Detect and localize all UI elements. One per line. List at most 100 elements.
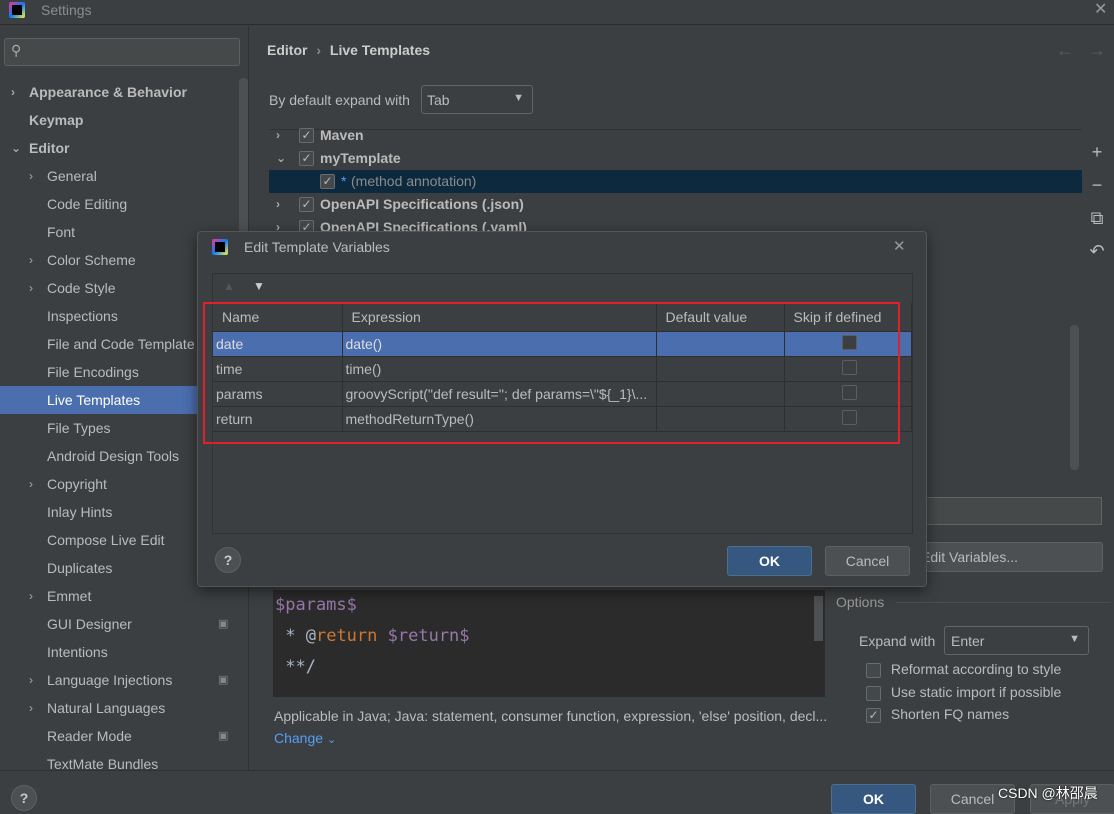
chevron-right-icon[interactable]: › [29,666,33,694]
sidebar-item-natural-languages[interactable]: › Natural Languages [0,694,238,722]
chevron-right-icon[interactable]: › [29,470,33,498]
sidebar-item-label: GUI Designer [47,616,132,632]
chevron-right-icon[interactable]: › [29,162,33,190]
sidebar-item-reader-mode[interactable]: Reader Mode ▣ [0,722,238,750]
tree-label: myTemplate [320,150,401,166]
static-import-checkbox[interactable]: Use static import if possible [866,684,1061,701]
tree-group-mytemplate[interactable]: ⌄ ✓ myTemplate [269,147,1082,170]
chevron-down-icon: ⌄ [276,151,287,165]
chevron-right-icon[interactable]: › [11,78,15,106]
change-label: Change [274,730,324,746]
app-icon [212,239,228,255]
sidebar-item-label: Keymap [29,112,84,128]
move-up-icon[interactable]: ▲ [223,279,235,293]
dialog-cancel-button[interactable]: Cancel [825,546,910,576]
tree-toolbar: + − ⧉ ↶ [1088,136,1106,268]
sidebar-item-general[interactable]: › General [0,162,238,190]
sidebar-item-label: Copyright [47,476,107,492]
sidebar-item-editor[interactable]: ⌄ Editor [0,134,238,162]
checkbox[interactable]: ✓ [299,197,314,212]
sidebar-item-label: Natural Languages [47,700,166,716]
sidebar-item-label: Inlay Hints [47,504,113,520]
project-scope-icon: ▣ [218,730,229,742]
breadcrumb: Editor › Live Templates [267,42,430,58]
expand-select[interactable]: Tab ▼ [421,85,533,114]
breadcrumb-editor[interactable]: Editor [267,42,307,58]
chevron-down-icon[interactable]: ⌄ [11,134,21,162]
tree-label: Maven [320,127,364,143]
search-icon: ⚲ [11,42,22,58]
project-scope-icon: ▣ [218,618,229,630]
reformat-checkbox[interactable]: Reformat according to style [866,661,1061,678]
dialog-help-button[interactable]: ? [215,547,241,573]
checkbox[interactable]: ✓ [299,151,314,166]
chevron-right-icon[interactable]: › [29,246,33,274]
options-divider [896,602,1111,603]
chevron-right-icon: › [276,128,280,142]
code-token: $return$ [387,626,470,646]
checkbox[interactable] [866,662,881,678]
sidebar-item-gui-designer[interactable]: GUI Designer ▣ [0,610,238,638]
editor-scrollbar[interactable] [814,596,823,641]
checkbox[interactable]: ✓ [299,128,314,143]
checkbox[interactable]: ✓ [320,174,335,189]
dialog-ok-button[interactable]: OK [727,546,812,576]
move-down-icon[interactable]: ▼ [253,279,265,293]
sidebar-item-appearance-behavior[interactable]: › Appearance & Behavior [0,78,238,106]
sidebar-item-label: Android Design Tools [47,448,180,464]
copy-icon[interactable]: ⧉ [1088,202,1106,235]
app-icon [9,2,25,18]
add-icon[interactable]: + [1088,136,1106,169]
search-input[interactable]: ⚲ [4,38,240,66]
checkbox-label: Reformat according to style [890,661,1062,677]
options-title: Options [836,594,885,610]
arrow-right-icon[interactable]: → [1088,40,1106,61]
checkbox[interactable] [866,685,881,701]
close-icon[interactable]: ✕ [1094,0,1107,19]
tree-group-maven[interactable]: › ✓ Maven [269,124,1082,147]
applicable-contexts: Applicable in Java; Java: statement, con… [274,708,828,724]
chevron-right-icon[interactable]: › [29,582,33,610]
checkbox[interactable]: ✓ [866,707,881,723]
expand-with-label: Expand with [859,633,936,649]
code-token: @ [305,626,316,646]
sidebar-item-keymap[interactable]: Keymap [0,106,238,134]
highlight-box [203,302,900,444]
tree-label: OpenAPI Specifications (.json) [320,196,524,212]
change-link[interactable]: Change ⌄ [274,730,336,746]
sidebar-item-label: Intentions [47,644,108,660]
help-button[interactable]: ? [11,785,37,811]
template-text-editor[interactable]: $params$ * @return $return$ **/ [273,590,825,697]
sidebar-item-language-injections[interactable]: › Language Injections ▣ [0,666,238,694]
expand-with-select[interactable]: Enter ▼ [944,626,1089,655]
shorten-fq-checkbox[interactable]: ✓ Shorten FQ names [866,706,1009,723]
sidebar-item-label: Font [47,224,76,240]
expand-select-value: Tab [427,92,450,108]
tree-item-method-annotation[interactable]: ✓ * (method annotation) [269,170,1082,193]
breadcrumb-live-templates: Live Templates [329,42,431,58]
dialog-close-icon[interactable]: ✕ [893,237,906,255]
sidebar-item-label: General [47,168,97,184]
sidebar-item-label: Live Templates [47,392,141,408]
code-token: * [275,626,306,646]
sidebar-item-label: Duplicates [47,560,113,576]
arrow-left-icon[interactable]: ← [1056,40,1074,61]
tree-scrollbar[interactable] [1070,325,1079,470]
chevron-right-icon[interactable]: › [29,274,33,302]
sidebar-item-label: Editor [29,140,70,156]
undo-icon[interactable]: ↶ [1088,235,1106,268]
code-line: **/ [275,652,825,683]
sidebar-item-label: Emmet [47,588,92,604]
remove-icon[interactable]: − [1088,169,1106,202]
chevron-down-icon: ⌄ [326,734,337,746]
chevron-right-icon[interactable]: › [29,694,33,722]
code-line: * @return $return$ [275,621,825,652]
sidebar-item-intentions[interactable]: Intentions [0,638,238,666]
chevron-right-icon: › [276,197,280,211]
ok-button[interactable]: OK [831,784,916,814]
sidebar-item-code-editing[interactable]: Code Editing [0,190,238,218]
edit-template-variables-dialog: Edit Template Variables ✕ ▲ ▼ Name Expre… [197,231,927,587]
sidebar-item-label: Code Editing [47,196,128,212]
tree-group-openapi-json[interactable]: › ✓ OpenAPI Specifications (.json) [269,193,1082,216]
